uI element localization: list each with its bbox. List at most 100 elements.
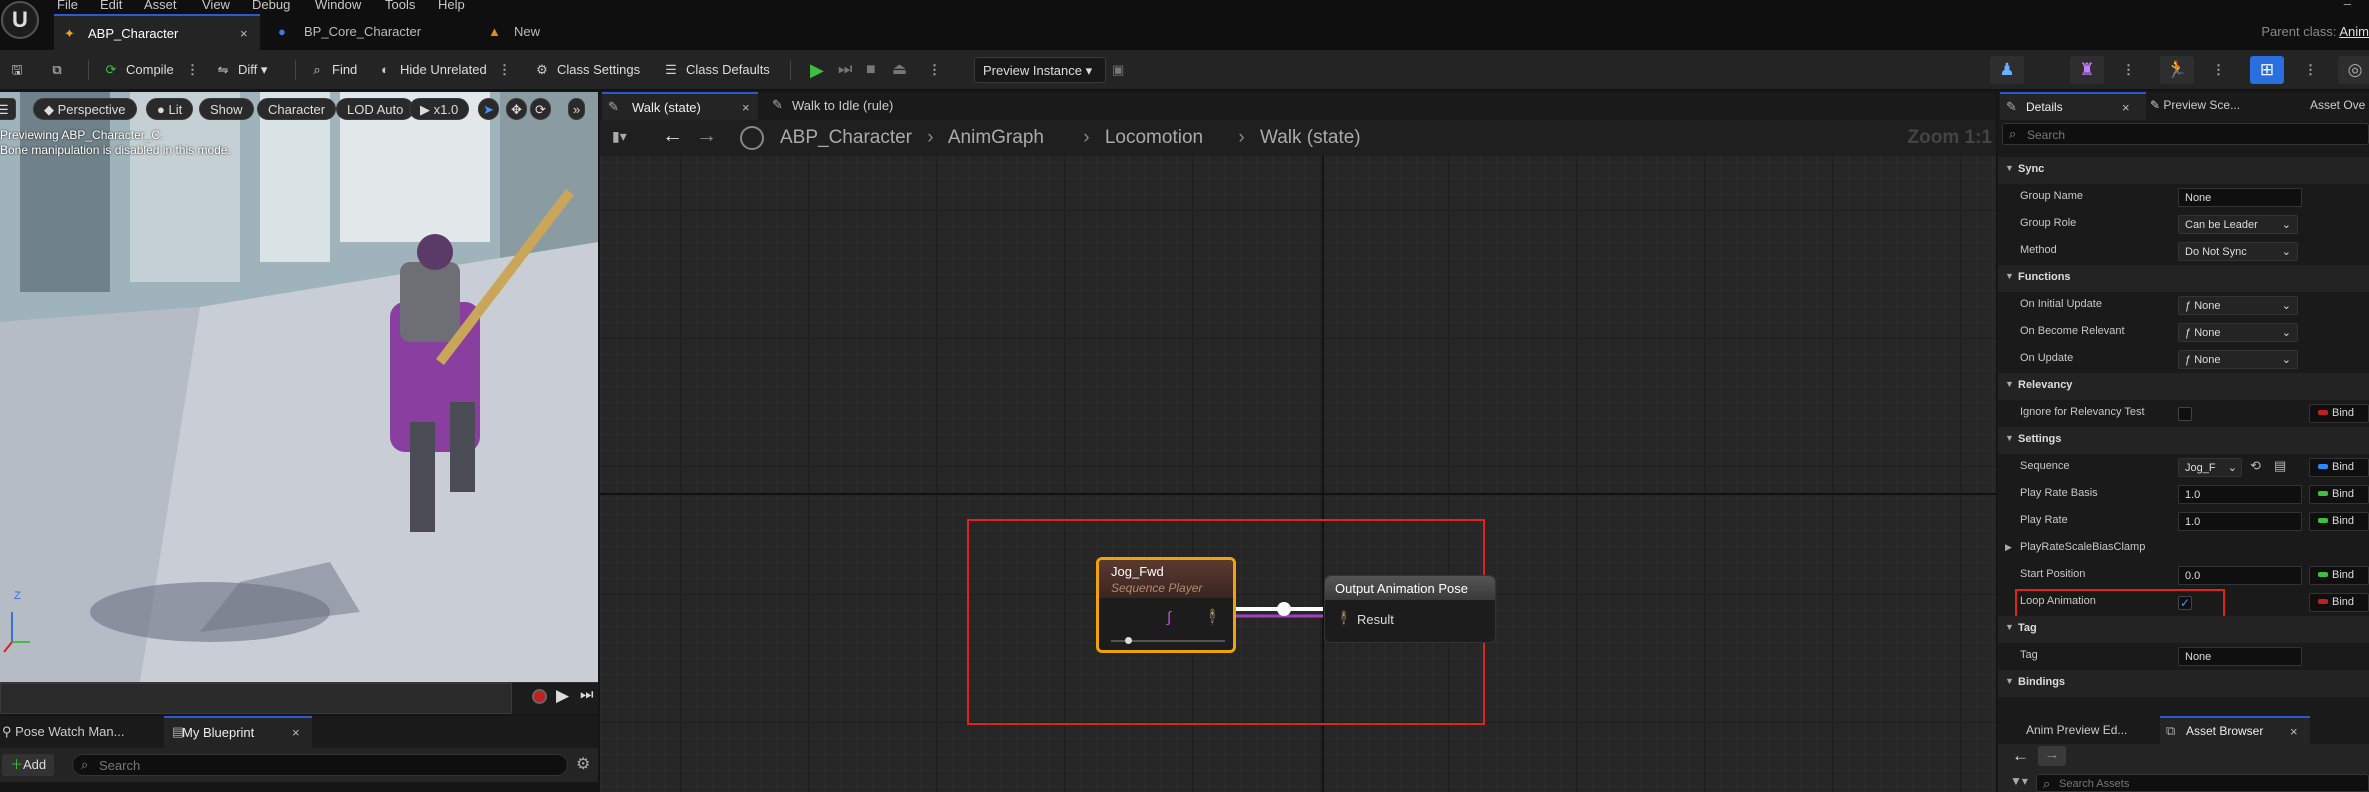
minimize-icon[interactable]: –: [2344, 0, 2351, 11]
on-initial-update-dropdown[interactable]: ƒ None ⌄: [2178, 296, 2298, 315]
step-icon[interactable]: ⏭: [838, 59, 852, 81]
timeline-scrubber[interactable]: [0, 683, 512, 714]
tab-anim-preview-editor[interactable]: Anim Preview Ed...: [2026, 723, 2127, 737]
menu-tools[interactable]: Tools: [385, 0, 415, 12]
close-icon[interactable]: ×: [742, 100, 750, 115]
forward-arrow-icon[interactable]: →: [2038, 746, 2066, 766]
tab-new[interactable]: ▲ New: [480, 14, 600, 50]
find-button[interactable]: ⌕ Find: [308, 59, 357, 81]
add-button[interactable]: ＋Add: [2, 754, 55, 776]
details-search-input[interactable]: ⌕ Search: [2002, 123, 2369, 145]
play-options-icon[interactable]: ⋮: [928, 59, 941, 81]
pose-pin-icon[interactable]: 🕴: [1203, 608, 1222, 626]
category-bindings[interactable]: ▼ Bindings: [1998, 670, 2369, 697]
breadcrumb-animgraph[interactable]: AnimGraph: [948, 127, 1044, 148]
progress-handle[interactable]: [1125, 637, 1132, 644]
blueprint-options-icon[interactable]: ⋮: [2304, 59, 2317, 81]
class-defaults-button[interactable]: ☰ Class Defaults: [662, 59, 770, 81]
debug-filter-icon[interactable]: ▣: [1112, 59, 1124, 81]
play-rate-basis-input[interactable]: 1.0: [2178, 485, 2302, 504]
on-update-dropdown[interactable]: ƒ None ⌄: [2178, 350, 2298, 369]
category-tag[interactable]: ▼ Tag: [1998, 616, 2369, 643]
skeleton-mode-icon[interactable]: ♟: [1990, 56, 2024, 84]
use-selected-asset-icon[interactable]: ▤: [2274, 458, 2286, 474]
close-icon[interactable]: ×: [240, 16, 248, 52]
output-pose-node[interactable]: Output Animation Pose 🕴 Result: [1324, 575, 1496, 643]
viewport-scene[interactable]: Z: [0, 92, 598, 682]
preview-viewport[interactable]: Z ☰ ◆ Perspective ● Lit Show Character L…: [0, 92, 598, 682]
row-playrate-clamp[interactable]: ▶ PlayRateScaleBiasClamp: [1998, 535, 2369, 562]
hide-unrelated-button[interactable]: ◐ Hide Unrelated: [376, 59, 487, 81]
bind-dropdown[interactable]: Bind: [2309, 458, 2369, 477]
tab-asset-overrides[interactable]: Asset Ove: [2310, 98, 2365, 112]
menu-view[interactable]: View: [202, 0, 230, 12]
tab-abp-character[interactable]: ✦ ABP_Character ×: [54, 14, 260, 50]
rotate-icon[interactable]: ⟳: [530, 98, 551, 120]
tab-walk-state[interactable]: ✎ Walk (state) ×: [602, 92, 758, 120]
select-mode-icon[interactable]: ➤: [478, 98, 499, 120]
group-name-input[interactable]: None: [2178, 188, 2302, 207]
bind-dropdown[interactable]: Bind: [2309, 485, 2369, 504]
tab-bp-core-character[interactable]: ● BP_Core_Character: [270, 14, 470, 50]
more-options-icon[interactable]: ⋮: [498, 59, 511, 81]
breadcrumb-walk-state[interactable]: Walk (state): [1260, 127, 1361, 148]
browse-icon[interactable]: ⧉: [48, 59, 72, 81]
unreal-logo-icon[interactable]: U: [1, 1, 39, 39]
play-rate-input[interactable]: 1.0: [2178, 512, 2302, 531]
perspective-button[interactable]: ◆ Perspective: [33, 98, 137, 120]
tab-asset-browser[interactable]: ⧉ Asset Browser ×: [2160, 716, 2310, 744]
lit-button[interactable]: ● Lit: [146, 98, 194, 120]
bind-dropdown[interactable]: Bind: [2309, 593, 2369, 612]
step-forward-icon[interactable]: ⏭: [580, 686, 594, 703]
menu-debug[interactable]: Debug: [252, 0, 290, 12]
breadcrumb-locomotion[interactable]: Locomotion: [1105, 127, 1203, 148]
bind-dropdown[interactable]: Bind: [2309, 566, 2369, 585]
translate-icon[interactable]: ✥: [506, 98, 527, 120]
tab-preview-scene[interactable]: ✎ Preview Sce...: [2150, 98, 2240, 112]
eject-icon[interactable]: ⏏: [892, 59, 907, 81]
bind-dropdown[interactable]: Bind: [2309, 512, 2369, 531]
close-icon[interactable]: ×: [2290, 724, 2298, 739]
sequence-asset-picker[interactable]: Jog_F ⌄: [2178, 458, 2242, 477]
back-arrow-icon[interactable]: ←: [2012, 746, 2029, 766]
browse-to-asset-icon[interactable]: ⟲: [2250, 458, 2261, 474]
ignore-relevancy-checkbox[interactable]: [2178, 407, 2192, 421]
playback-speed-button[interactable]: ▶ x1.0: [409, 98, 470, 120]
compile-options-icon[interactable]: ⋮: [186, 59, 199, 81]
anim-graph-canvas[interactable]: ▮▾ ← → ABP_Character › AnimGraph › Locom…: [600, 120, 1996, 792]
play-icon[interactable]: ▶: [810, 59, 824, 81]
tab-pose-watch[interactable]: ⚲ Pose Watch Man...: [2, 724, 124, 740]
character-button[interactable]: Character: [257, 98, 337, 120]
expand-toolbar-icon[interactable]: »: [568, 98, 586, 120]
class-settings-button[interactable]: ⚙ Class Settings: [533, 59, 640, 81]
settings-gear-icon[interactable]: ⚙: [576, 754, 590, 774]
method-dropdown[interactable]: Do Not Sync ⌄: [2178, 242, 2298, 261]
menu-edit[interactable]: Edit: [100, 0, 122, 12]
menu-asset[interactable]: Asset: [144, 0, 177, 12]
lod-button[interactable]: LOD Auto: [336, 98, 415, 120]
filter-icon[interactable]: ▼▾: [2010, 774, 2028, 788]
animation-mode-icon[interactable]: 🏃: [2160, 56, 2194, 84]
compile-button[interactable]: ⟳ Compile: [102, 59, 174, 81]
menu-file[interactable]: File: [57, 0, 78, 12]
bookmark-icon[interactable]: ▮▾: [612, 128, 627, 145]
mode-options-icon[interactable]: ⋮: [2122, 59, 2135, 81]
menu-help[interactable]: Help: [438, 0, 465, 12]
bind-dropdown[interactable]: Bind: [2309, 404, 2369, 423]
category-functions[interactable]: ▼ Functions: [1998, 265, 2369, 292]
result-pin-icon[interactable]: 🕴: [1335, 610, 1352, 627]
physics-mode-icon[interactable]: ◎: [2338, 56, 2369, 84]
group-role-dropdown[interactable]: Can be Leader ⌄: [2178, 215, 2298, 234]
parent-class-value[interactable]: Anim: [2339, 24, 2369, 39]
mesh-mode-icon[interactable]: ♜: [2070, 56, 2104, 84]
asset-search-input[interactable]: ⌕ Search Assets: [2036, 774, 2369, 792]
tab-my-blueprint[interactable]: ▤ My Blueprint ×: [164, 716, 312, 748]
tag-input[interactable]: None: [2178, 647, 2302, 666]
on-become-relevant-dropdown[interactable]: ƒ None ⌄: [2178, 323, 2298, 342]
diff-button[interactable]: ⇋ Diff ▾: [214, 59, 268, 81]
anim-options-icon[interactable]: ⋮: [2212, 59, 2225, 81]
forward-arrow-icon[interactable]: →: [696, 124, 717, 148]
blueprint-mode-icon[interactable]: ⊞: [2250, 56, 2284, 84]
save-icon[interactable]: 🖫: [8, 59, 32, 81]
category-settings[interactable]: ▼ Settings: [1998, 427, 2369, 454]
